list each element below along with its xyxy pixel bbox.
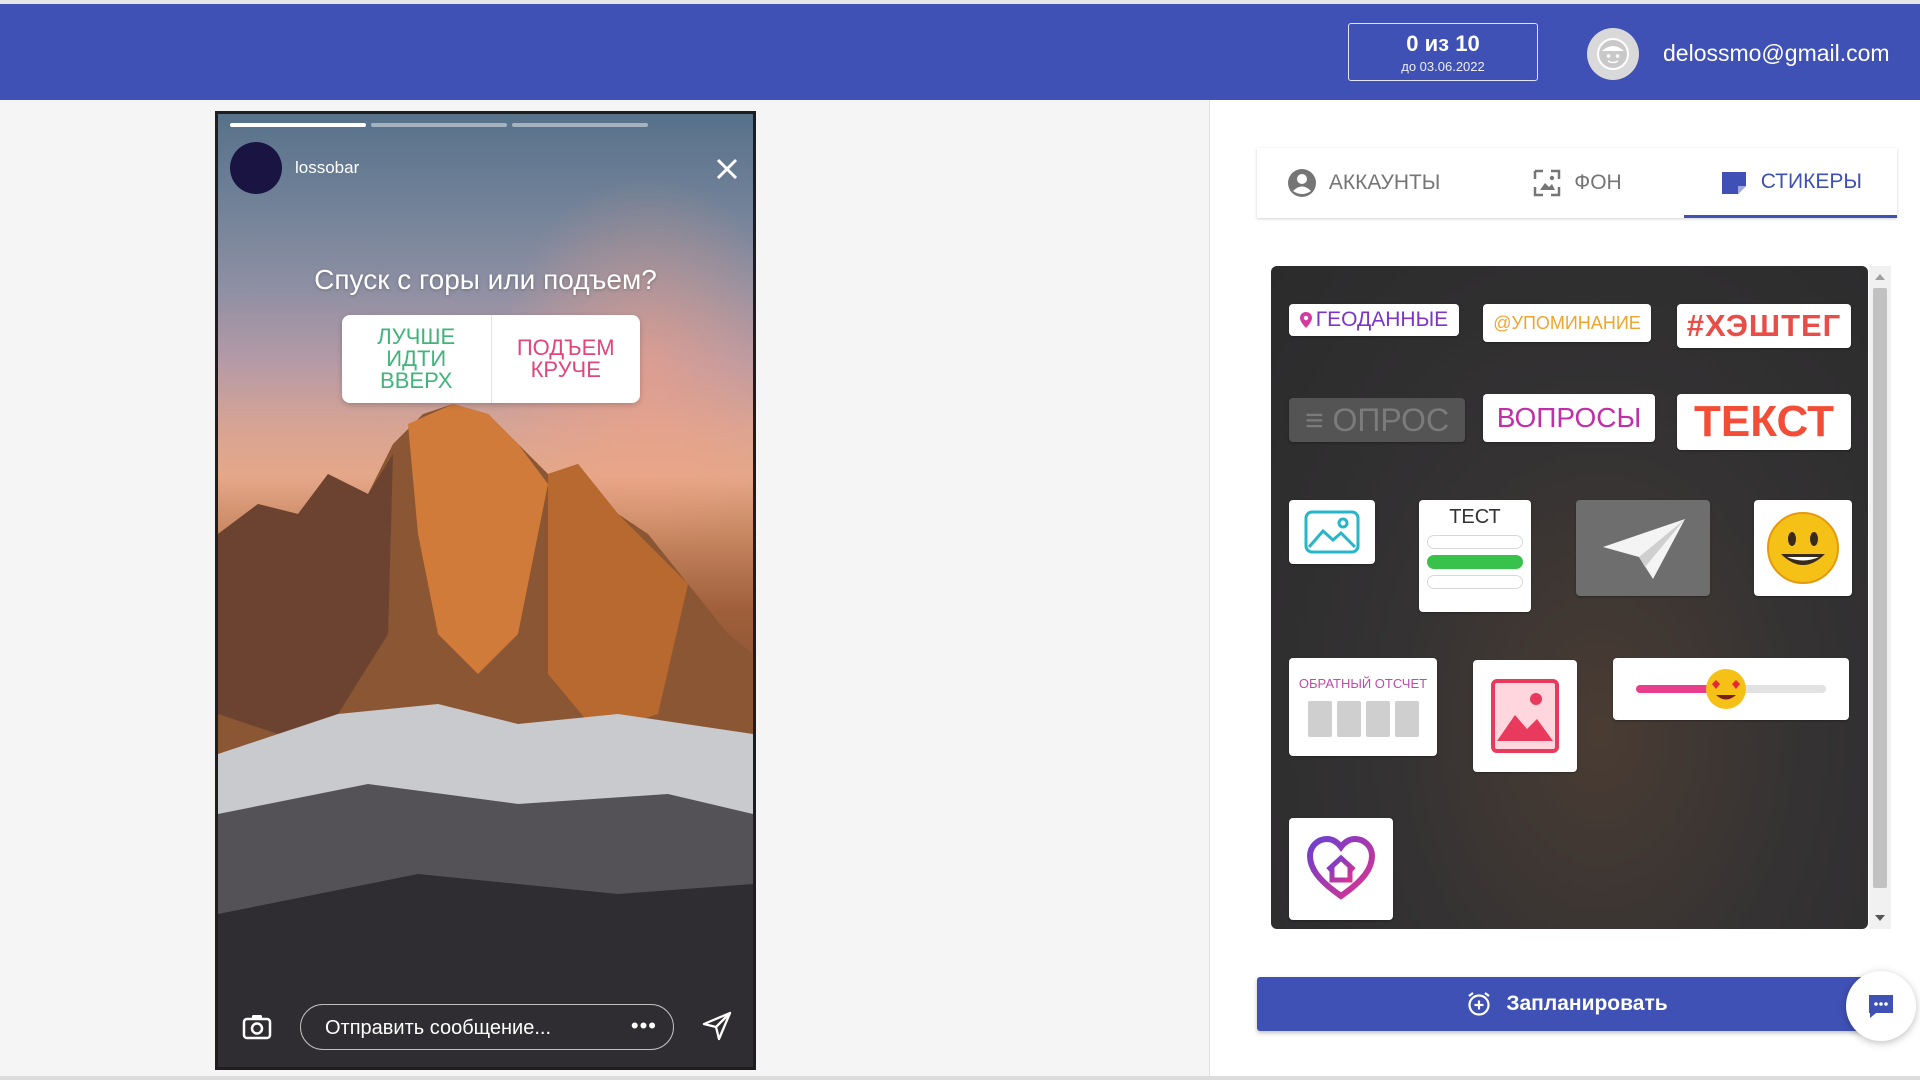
quiz-option [1427, 575, 1523, 589]
send-icon[interactable] [700, 1009, 734, 1043]
user-face-icon [1597, 38, 1629, 70]
sticker-quiz[interactable]: ТЕСТ [1419, 500, 1531, 612]
countdown-digit [1365, 701, 1390, 737]
user-email[interactable]: delossmo@gmail.com [1663, 40, 1890, 67]
emoji-slider-icon [1636, 669, 1826, 709]
editor-panel: АККАУНТЫ ФОН СТИКЕРЫ ГЕОДАННЫЕ @УПОМИНАН… [1209, 100, 1920, 1080]
story-preview: lossobar Спуск с горы или подъем? ЛУЧШЕ … [215, 111, 756, 1070]
tab-stickers-label: СТИКЕРЫ [1760, 169, 1862, 193]
scroll-up-arrow-icon[interactable] [1875, 274, 1885, 280]
story-question: Спуск с горы или подъем? [314, 264, 657, 295]
camera-icon[interactable] [240, 1009, 274, 1043]
post-quota-badge[interactable]: 0 из 10 до 03.06.2022 [1348, 23, 1538, 81]
heart-home-icon [1306, 836, 1376, 900]
user-avatar[interactable] [1587, 28, 1639, 80]
sticker-scrollbar[interactable] [1869, 266, 1891, 929]
quota-count: 0 из 10 [1406, 31, 1480, 56]
sticker-hashtag[interactable]: #ХЭШТЕГ [1677, 304, 1851, 348]
bottom-border [0, 1076, 1920, 1080]
tab-background-label: ФОН [1574, 171, 1622, 194]
story-avatar [230, 142, 282, 194]
close-icon[interactable] [712, 154, 742, 184]
sticker-questions[interactable]: ВОПРОСЫ [1483, 394, 1655, 442]
account-circle-icon [1287, 169, 1316, 197]
app-header: 0 из 10 до 03.06.2022 delossmo@gmail.com [0, 4, 1920, 100]
sticker-countdown-label: ОБРАТНЫЙ ОТСЧЕТ [1298, 676, 1428, 691]
story-progress-2 [371, 123, 507, 127]
location-pin-icon [1299, 312, 1312, 328]
scroll-thumb[interactable] [1873, 288, 1887, 888]
alarm-add-icon [1468, 992, 1491, 1016]
tab-background[interactable]: ФОН [1470, 148, 1683, 218]
countdown-digit [1394, 701, 1419, 737]
paper-plane-icon [1603, 519, 1685, 579]
photo-icon [1491, 679, 1559, 753]
mountain-image [218, 404, 753, 1067]
sticker-photo[interactable] [1473, 660, 1577, 772]
chat-widget-button[interactable] [1846, 971, 1916, 1041]
sticker-image[interactable] [1289, 500, 1375, 564]
story-progress-1 [230, 123, 366, 127]
image-icon [1304, 510, 1360, 554]
tab-stickers[interactable]: СТИКЕРЫ [1683, 148, 1897, 218]
schedule-button-label: Запланировать [1506, 992, 1668, 1015]
sticker-emoji[interactable] [1754, 500, 1852, 596]
story-username: lossobar [295, 158, 360, 177]
sticker-emoji-slider[interactable] [1613, 658, 1849, 720]
sticker-heart-home[interactable] [1289, 818, 1393, 920]
story-progress-3 [512, 123, 648, 127]
quiz-option-correct [1427, 555, 1523, 569]
sticker-paper-plane[interactable] [1576, 500, 1710, 596]
quiz-option [1427, 535, 1523, 549]
countdown-digit [1307, 701, 1332, 737]
scroll-down-arrow-icon[interactable] [1875, 915, 1885, 921]
chat-icon [1869, 995, 1893, 1018]
background-image-icon [1534, 169, 1561, 197]
sticker-poll[interactable]: ≡ ОПРОС [1289, 398, 1465, 442]
schedule-button[interactable]: Запланировать [1257, 977, 1877, 1031]
sticker-geo-label: ГЕОДАННЫЕ [1315, 308, 1449, 331]
message-placeholder: Отправить сообщение... [325, 1017, 552, 1039]
poll-option-a[interactable]: ЛУЧШЕ ИДТИ ВВЕРХ [342, 315, 492, 403]
story-poll-sticker[interactable]: ЛУЧШЕ ИДТИ ВВЕРХ ПОДЪЕМ КРУЧЕ [342, 315, 640, 403]
story-message-field[interactable]: Отправить сообщение... ••• [300, 1004, 674, 1050]
poll-option-b[interactable]: ПОДЪЕМ КРУЧЕ [492, 315, 641, 403]
sticker-quiz-label: ТЕСТ [1449, 506, 1501, 528]
smiley-icon [1767, 512, 1839, 584]
sticker-grid: ГЕОДАННЫЕ @УПОМИНАНИЕ #ХЭШТЕГ ≡ ОПРОС ВО… [1271, 266, 1868, 929]
countdown-digit [1336, 701, 1361, 737]
editor-tabs: АККАУНТЫ ФОН СТИКЕРЫ [1257, 148, 1897, 218]
tab-accounts-label: АККАУНТЫ [1328, 171, 1441, 194]
sticker-text[interactable]: ТЕКСТ [1677, 394, 1851, 450]
sticker-countdown[interactable]: ОБРАТНЫЙ ОТСЧЕТ [1289, 658, 1437, 756]
more-icon[interactable]: ••• [631, 1013, 657, 1039]
sticker-icon [1721, 171, 1746, 194]
countdown-digits [1307, 701, 1419, 737]
sticker-mention[interactable]: @УПОМИНАНИЕ [1483, 304, 1651, 342]
quota-expiry: до 03.06.2022 [1401, 59, 1485, 74]
tab-accounts[interactable]: АККАУНТЫ [1257, 148, 1470, 218]
sticker-geo[interactable]: ГЕОДАННЫЕ [1289, 304, 1459, 336]
